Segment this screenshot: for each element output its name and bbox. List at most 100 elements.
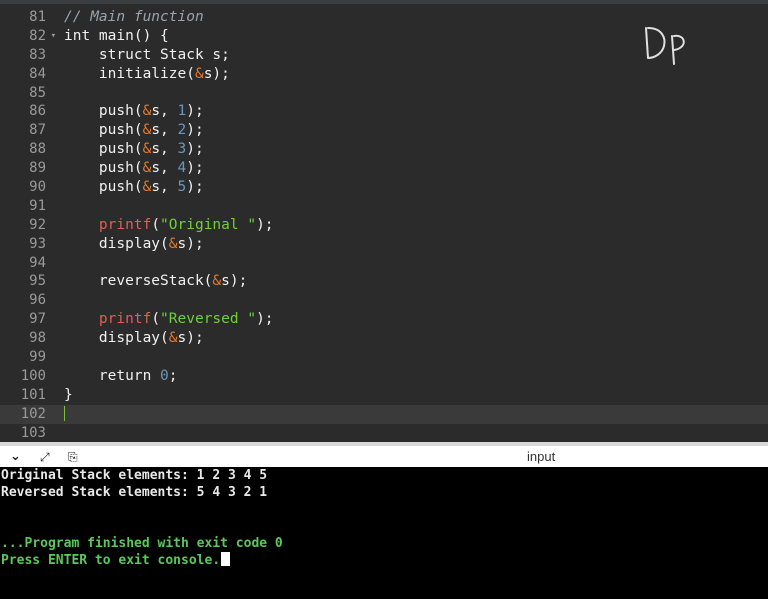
line-number-text: 83 (29, 46, 46, 63)
line-number: 103 (0, 424, 58, 442)
line-number-text: 92 (29, 216, 46, 233)
code-line[interactable]: push(&s, 2); (64, 121, 768, 140)
code-token: s, (151, 141, 178, 158)
code-token: s); (177, 235, 204, 252)
code-token: initialize( (64, 65, 195, 82)
code-line[interactable] (64, 291, 768, 310)
code-token: ); (186, 122, 204, 139)
code-token: s); (177, 330, 204, 347)
line-number: 101 (0, 386, 58, 405)
code-token: s, (151, 122, 178, 139)
code-line[interactable] (64, 197, 768, 216)
code-token: "Original " (160, 216, 257, 233)
code-line[interactable]: push(&s, 1); (64, 102, 768, 121)
code-token: & (142, 141, 152, 158)
line-number-text: 100 (20, 367, 46, 384)
line-number: 94 (0, 254, 58, 273)
code-editor[interactable]: 81 82 ▾ 83 84 85 86 87 88 89 90 91 92 93 94 95 96 97 98 99 1… (0, 0, 768, 442)
code-line[interactable]: push(&s, 4); (64, 159, 768, 178)
handwritten-signature (645, 27, 685, 65)
code-token: push( (64, 160, 143, 177)
code-line[interactable]: push(&s, 5); (64, 178, 768, 197)
line-number-gutter: 81 82 ▾ 83 84 85 86 87 88 89 90 91 92 93 94 95 96 97 98 99 1… (0, 8, 58, 442)
chevron-down-icon[interactable]: ⌄ (10, 449, 21, 464)
code-token: push( (64, 103, 143, 120)
code-line[interactable] (58, 404, 768, 424)
code-line[interactable]: printf("Reversed "); (64, 310, 768, 329)
line-number-text: 95 (29, 273, 46, 290)
code-line[interactable]: reverseStack(&s); (64, 272, 768, 291)
code-token: & (142, 122, 152, 139)
line-number: 93 (0, 235, 58, 254)
console-line: Press ENTER to exit console. (1, 552, 768, 569)
console-line-text: Original Stack elements: 1 2 3 4 5 (1, 468, 268, 483)
code-line[interactable]: push(&s, 3); (64, 140, 768, 159)
code-token: 5 (177, 179, 187, 196)
line-number: 95 (0, 272, 58, 291)
clipboard-icon[interactable]: ⎘ (68, 450, 78, 465)
code-token: push( (64, 179, 143, 196)
line-number-text: 96 (29, 292, 46, 309)
line-number: 89 (0, 159, 58, 178)
line-number: 85 (0, 84, 58, 103)
code-token: reverseStack( (64, 273, 213, 290)
line-number: 81 (0, 8, 58, 27)
code-token: struct Stack s; (64, 46, 230, 63)
code-token: ; (168, 367, 178, 384)
fold-toggle-icon[interactable]: ▾ (51, 27, 56, 46)
line-number: 88 (0, 140, 58, 159)
code-token: 3 (177, 141, 187, 158)
text-cursor (64, 406, 65, 422)
code-line[interactable]: initialize(&s); (64, 65, 768, 84)
code-line[interactable]: display(&s); (64, 235, 768, 254)
line-number-text: 102 (20, 405, 46, 422)
console-line: Original Stack elements: 1 2 3 4 5 (1, 467, 768, 484)
line-number-text: 89 (29, 160, 46, 177)
line-number-text: 84 (29, 65, 46, 82)
code-line[interactable]: display(&s); (64, 329, 768, 348)
console-cursor (221, 552, 231, 566)
code-token: s, (151, 103, 178, 120)
code-line[interactable] (64, 348, 768, 367)
line-number-text: 91 (29, 197, 46, 214)
line-number-text: 101 (20, 386, 46, 403)
code-line[interactable]: return 0; (64, 367, 768, 386)
line-number: 84 (0, 65, 58, 84)
code-token: & (168, 235, 178, 252)
code-line[interactable] (64, 84, 768, 103)
code-token: } (64, 386, 73, 403)
code-token: ( (151, 311, 161, 328)
code-area[interactable]: // Main function int main() { struct Stac… (58, 8, 768, 442)
line-number: 99 (0, 348, 58, 367)
line-number-text: 98 (29, 330, 46, 347)
code-token: s); (203, 65, 230, 82)
code-token: push( (64, 122, 143, 139)
line-number-text: 81 (29, 9, 46, 25)
input-tab-label[interactable]: input (527, 449, 555, 464)
line-number-text: 94 (29, 254, 46, 271)
line-number-text: 88 (29, 141, 46, 158)
code-token: return (64, 367, 161, 384)
line-number-text: 86 (29, 103, 46, 120)
code-token: ); (256, 216, 274, 233)
code-line[interactable]: printf("Original "); (64, 216, 768, 235)
line-number-text: 90 (29, 179, 46, 196)
code-token: & (168, 330, 178, 347)
code-token: ( (151, 216, 161, 233)
code-token: & (212, 273, 222, 290)
code-line[interactable] (64, 254, 768, 273)
line-number: 98 (0, 329, 58, 348)
code-line[interactable]: } (64, 386, 768, 405)
output-console[interactable]: Original Stack elements: 1 2 3 4 5 Revers… (0, 467, 768, 599)
code-token: // Main function (64, 9, 204, 25)
code-line[interactable] (64, 424, 768, 442)
code-token: & (142, 179, 152, 196)
code-token: s); (221, 273, 248, 290)
code-token: 0 (160, 367, 169, 384)
code-token: 4 (177, 160, 187, 177)
code-token: display( (64, 235, 169, 252)
expand-arrows-icon[interactable]: ⤢ (40, 450, 50, 465)
